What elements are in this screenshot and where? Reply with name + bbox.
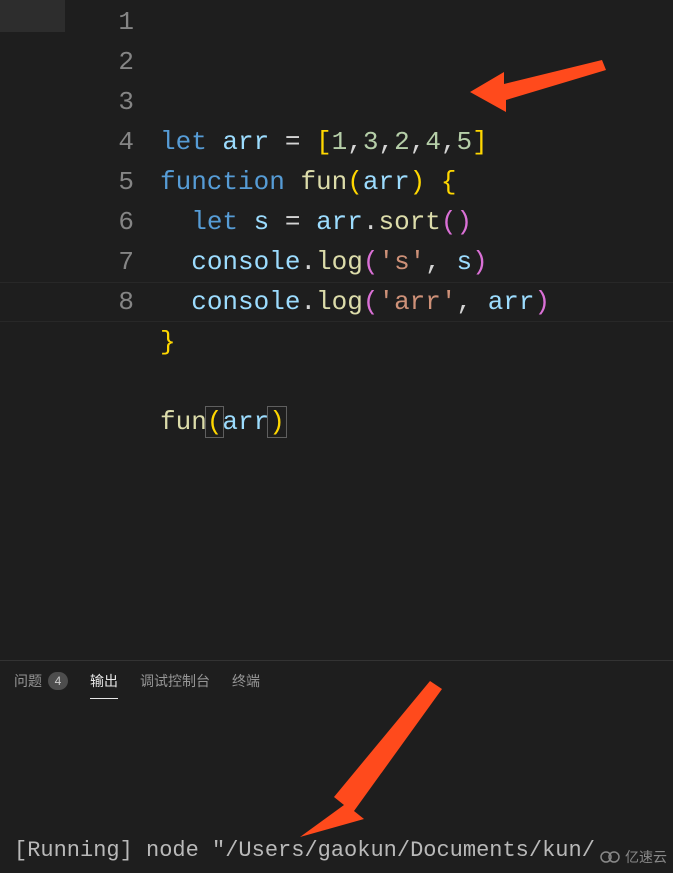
line-number: 2: [0, 42, 160, 82]
line-number-gutter: 12345678: [0, 0, 160, 660]
line-number: 6: [0, 202, 160, 242]
tab-debug-console[interactable]: 调试控制台: [140, 661, 210, 701]
output-content[interactable]: [Running] node "/Users/gaokun/Documents/…: [0, 701, 673, 873]
tab-terminal-label: 终端: [232, 671, 260, 691]
watermark-icon: [599, 850, 621, 864]
tab-debug-label: 调试控制台: [140, 671, 210, 691]
code-line[interactable]: console.log('arr', arr): [160, 282, 673, 322]
line-number: 5: [0, 162, 160, 202]
code-line[interactable]: function fun(arr) {: [160, 162, 673, 202]
code-line[interactable]: [160, 362, 673, 402]
line-number: 4: [0, 122, 160, 162]
line-number: 8: [0, 282, 160, 322]
code-content[interactable]: let arr = [1,3,2,4,5]function fun(arr) {…: [160, 0, 673, 660]
code-line[interactable]: let s = arr.sort(): [160, 202, 673, 242]
arrow-annotation-top: [470, 56, 610, 116]
code-line[interactable]: console.log('s', s): [160, 242, 673, 282]
watermark-text: 亿速云: [625, 847, 667, 867]
bottom-panel: 问题 4 输出 调试控制台 终端 [Running] node "/Users/…: [0, 660, 673, 873]
problems-count-badge: 4: [48, 672, 68, 690]
code-line[interactable]: let arr = [1,3,2,4,5]: [160, 122, 673, 162]
panel-tabs: 问题 4 输出 调试控制台 终端: [0, 661, 673, 701]
watermark: 亿速云: [599, 847, 667, 867]
tab-problems-label: 问题: [14, 671, 42, 691]
tab-problems[interactable]: 问题 4: [14, 661, 68, 701]
line-number: 3: [0, 82, 160, 122]
line-number: 7: [0, 242, 160, 282]
tab-output[interactable]: 输出: [90, 661, 118, 701]
tab-output-label: 输出: [90, 671, 118, 691]
output-line: [Running] node "/Users/gaokun/Documents/…: [14, 831, 659, 871]
code-editor[interactable]: 12345678 let arr = [1,3,2,4,5]function f…: [0, 0, 673, 660]
code-line[interactable]: }: [160, 322, 673, 362]
tab-stub: [0, 0, 65, 32]
tab-terminal[interactable]: 终端: [232, 661, 260, 701]
code-line[interactable]: fun(arr): [160, 402, 673, 442]
